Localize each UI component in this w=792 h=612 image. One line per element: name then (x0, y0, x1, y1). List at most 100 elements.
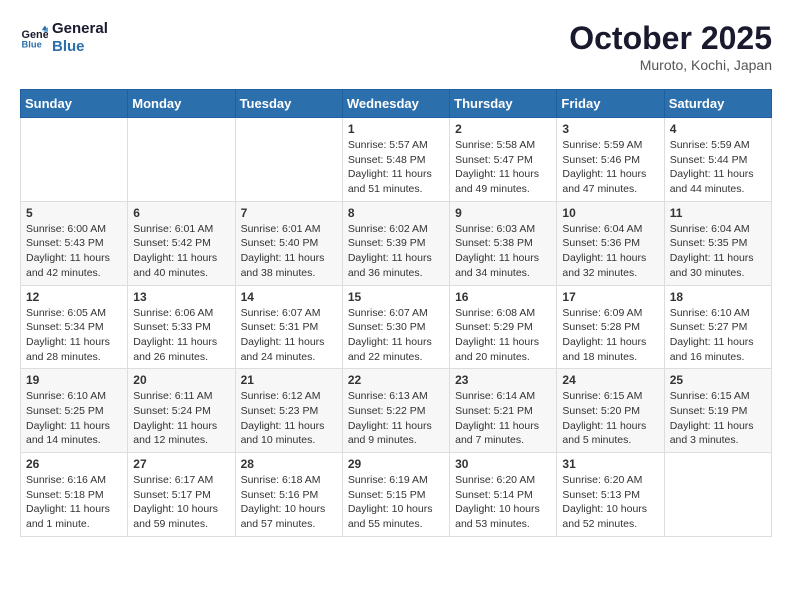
calendar-cell: 16 Sunrise: 6:08 AM Sunset: 5:29 PM Dayli… (450, 285, 557, 369)
weekday-header-tuesday: Tuesday (235, 90, 342, 118)
day-info: Sunrise: 6:04 AM Sunset: 5:35 PM Dayligh… (670, 222, 766, 281)
calendar-cell: 17Sunrise: 6:09 AM Sunset: 5:28 PM Dayli… (557, 285, 664, 369)
day-number: 22 (348, 373, 444, 387)
month-title: October 2025 (569, 20, 772, 57)
svg-text:Blue: Blue (22, 39, 42, 49)
day-info: Sunrise: 6:19 AM Sunset: 5:15 PM Dayligh… (348, 473, 444, 532)
day-info: Sunrise: 6:02 AM Sunset: 5:39 PM Dayligh… (348, 222, 444, 281)
day-number: 14 (241, 290, 337, 304)
day-info: Sunrise: 6:13 AM Sunset: 5:22 PM Dayligh… (348, 389, 444, 448)
calendar-cell: 20 Sunrise: 6:11 AM Sunset: 5:24 PM Dayli… (128, 369, 235, 453)
day-info: Sunrise: 6:15 AM Sunset: 5:19 PM Dayligh… (670, 389, 766, 448)
weekday-header-sunday: Sunday (21, 90, 128, 118)
day-number: 26 (26, 457, 122, 471)
weekday-header-wednesday: Wednesday (342, 90, 449, 118)
calendar-cell: 23Sunrise: 6:14 AM Sunset: 5:21 PM Dayli… (450, 369, 557, 453)
day-info: Sunrise: 6:04 AM Sunset: 5:36 PM Dayligh… (562, 222, 658, 281)
week-row-2: 5 Sunrise: 6:00 AM Sunset: 5:43 PM Daylig… (21, 201, 772, 285)
day-number: 28 (241, 457, 337, 471)
day-number: 29 (348, 457, 444, 471)
calendar-cell: 14 Sunrise: 6:07 AM Sunset: 5:31 PM Dayli… (235, 285, 342, 369)
logo-icon: General Blue (20, 24, 48, 52)
day-info: Sunrise: 6:16 AM Sunset: 5:18 PM Dayligh… (26, 473, 122, 532)
calendar-cell: 26 Sunrise: 6:16 AM Sunset: 5:18 PM Dayli… (21, 453, 128, 537)
weekday-header-thursday: Thursday (450, 90, 557, 118)
calendar-cell: 28 Sunrise: 6:18 AM Sunset: 5:16 PM Dayli… (235, 453, 342, 537)
calendar-cell: 22 Sunrise: 6:13 AM Sunset: 5:22 PM Dayli… (342, 369, 449, 453)
day-info: Sunrise: 6:07 AM Sunset: 5:31 PM Dayligh… (241, 306, 337, 365)
calendar-cell: 1 Sunrise: 5:57 AM Sunset: 5:48 PM Daylig… (342, 118, 449, 202)
calendar-cell: 30 Sunrise: 6:20 AM Sunset: 5:14 PM Dayli… (450, 453, 557, 537)
day-number: 19 (26, 373, 122, 387)
day-info: Sunrise: 6:18 AM Sunset: 5:16 PM Dayligh… (241, 473, 337, 532)
day-number: 3 (562, 122, 658, 136)
day-number: 1 (348, 122, 444, 136)
day-info: Sunrise: 6:01 AM Sunset: 5:40 PM Dayligh… (241, 222, 337, 281)
day-number: 4 (670, 122, 766, 136)
day-info: Sunrise: 6:08 AM Sunset: 5:29 PM Dayligh… (455, 306, 551, 365)
week-row-3: 12 Sunrise: 6:05 AM Sunset: 5:34 PM Dayli… (21, 285, 772, 369)
calendar-cell: 29 Sunrise: 6:19 AM Sunset: 5:15 PM Dayli… (342, 453, 449, 537)
weekday-header-friday: Friday (557, 90, 664, 118)
day-number: 13 (133, 290, 229, 304)
day-info: Sunrise: 6:11 AM Sunset: 5:24 PM Dayligh… (133, 389, 229, 448)
calendar-cell: 12 Sunrise: 6:05 AM Sunset: 5:34 PM Dayli… (21, 285, 128, 369)
day-info: Sunrise: 6:20 AM Sunset: 5:14 PM Dayligh… (455, 473, 551, 532)
day-number: 18 (670, 290, 766, 304)
week-row-1: 1 Sunrise: 5:57 AM Sunset: 5:48 PM Daylig… (21, 118, 772, 202)
calendar-cell: 31 Sunrise: 6:20 AM Sunset: 5:13 PM Dayli… (557, 453, 664, 537)
calendar-cell: 18 Sunrise: 6:10 AM Sunset: 5:27 PM Dayli… (664, 285, 771, 369)
week-row-5: 26 Sunrise: 6:16 AM Sunset: 5:18 PM Dayli… (21, 453, 772, 537)
calendar-cell (128, 118, 235, 202)
calendar-cell: 3 Sunrise: 5:59 AM Sunset: 5:46 PM Daylig… (557, 118, 664, 202)
day-info: Sunrise: 6:06 AM Sunset: 5:33 PM Dayligh… (133, 306, 229, 365)
calendar-cell: 9 Sunrise: 6:03 AM Sunset: 5:38 PM Daylig… (450, 201, 557, 285)
day-number: 8 (348, 206, 444, 220)
calendar-cell: 7 Sunrise: 6:01 AM Sunset: 5:40 PM Daylig… (235, 201, 342, 285)
day-number: 23 (455, 373, 551, 387)
location: Muroto, Kochi, Japan (569, 57, 772, 73)
calendar-cell: 5 Sunrise: 6:00 AM Sunset: 5:43 PM Daylig… (21, 201, 128, 285)
day-info: Sunrise: 6:03 AM Sunset: 5:38 PM Dayligh… (455, 222, 551, 281)
day-number: 16 (455, 290, 551, 304)
day-info: Sunrise: 5:59 AM Sunset: 5:46 PM Dayligh… (562, 138, 658, 197)
day-number: 20 (133, 373, 229, 387)
day-number: 31 (562, 457, 658, 471)
day-number: 30 (455, 457, 551, 471)
day-number: 9 (455, 206, 551, 220)
week-row-4: 19Sunrise: 6:10 AM Sunset: 5:25 PM Dayli… (21, 369, 772, 453)
calendar-cell: 27Sunrise: 6:17 AM Sunset: 5:17 PM Dayli… (128, 453, 235, 537)
calendar-cell (664, 453, 771, 537)
calendar-cell: 19Sunrise: 6:10 AM Sunset: 5:25 PM Dayli… (21, 369, 128, 453)
calendar-cell: 4 Sunrise: 5:59 AM Sunset: 5:44 PM Daylig… (664, 118, 771, 202)
day-number: 11 (670, 206, 766, 220)
day-info: Sunrise: 6:20 AM Sunset: 5:13 PM Dayligh… (562, 473, 658, 532)
calendar-cell: 24Sunrise: 6:15 AM Sunset: 5:20 PM Dayli… (557, 369, 664, 453)
day-number: 25 (670, 373, 766, 387)
calendar-cell: 2Sunrise: 5:58 AM Sunset: 5:47 PM Daylig… (450, 118, 557, 202)
day-number: 7 (241, 206, 337, 220)
day-info: Sunrise: 5:58 AM Sunset: 5:47 PM Dayligh… (455, 138, 551, 197)
weekday-header-monday: Monday (128, 90, 235, 118)
calendar-cell: 13 Sunrise: 6:06 AM Sunset: 5:33 PM Dayli… (128, 285, 235, 369)
day-number: 24 (562, 373, 658, 387)
day-info: Sunrise: 6:00 AM Sunset: 5:43 PM Dayligh… (26, 222, 122, 281)
day-info: Sunrise: 6:05 AM Sunset: 5:34 PM Dayligh… (26, 306, 122, 365)
day-info: Sunrise: 5:59 AM Sunset: 5:44 PM Dayligh… (670, 138, 766, 197)
weekday-header-saturday: Saturday (664, 90, 771, 118)
calendar-cell: 21Sunrise: 6:12 AM Sunset: 5:23 PM Dayli… (235, 369, 342, 453)
day-info: Sunrise: 5:57 AM Sunset: 5:48 PM Dayligh… (348, 138, 444, 197)
logo-general: General (52, 20, 108, 38)
day-info: Sunrise: 6:09 AM Sunset: 5:28 PM Dayligh… (562, 306, 658, 365)
day-info: Sunrise: 6:17 AM Sunset: 5:17 PM Dayligh… (133, 473, 229, 532)
calendar-cell: 25 Sunrise: 6:15 AM Sunset: 5:19 PM Dayli… (664, 369, 771, 453)
logo: General Blue General Blue (20, 20, 108, 56)
calendar-table: SundayMondayTuesdayWednesdayThursdayFrid… (20, 89, 772, 537)
day-number: 12 (26, 290, 122, 304)
calendar-cell (21, 118, 128, 202)
day-info: Sunrise: 6:07 AM Sunset: 5:30 PM Dayligh… (348, 306, 444, 365)
day-info: Sunrise: 6:10 AM Sunset: 5:27 PM Dayligh… (670, 306, 766, 365)
calendar-cell: 10Sunrise: 6:04 AM Sunset: 5:36 PM Dayli… (557, 201, 664, 285)
day-number: 5 (26, 206, 122, 220)
calendar-cell (235, 118, 342, 202)
